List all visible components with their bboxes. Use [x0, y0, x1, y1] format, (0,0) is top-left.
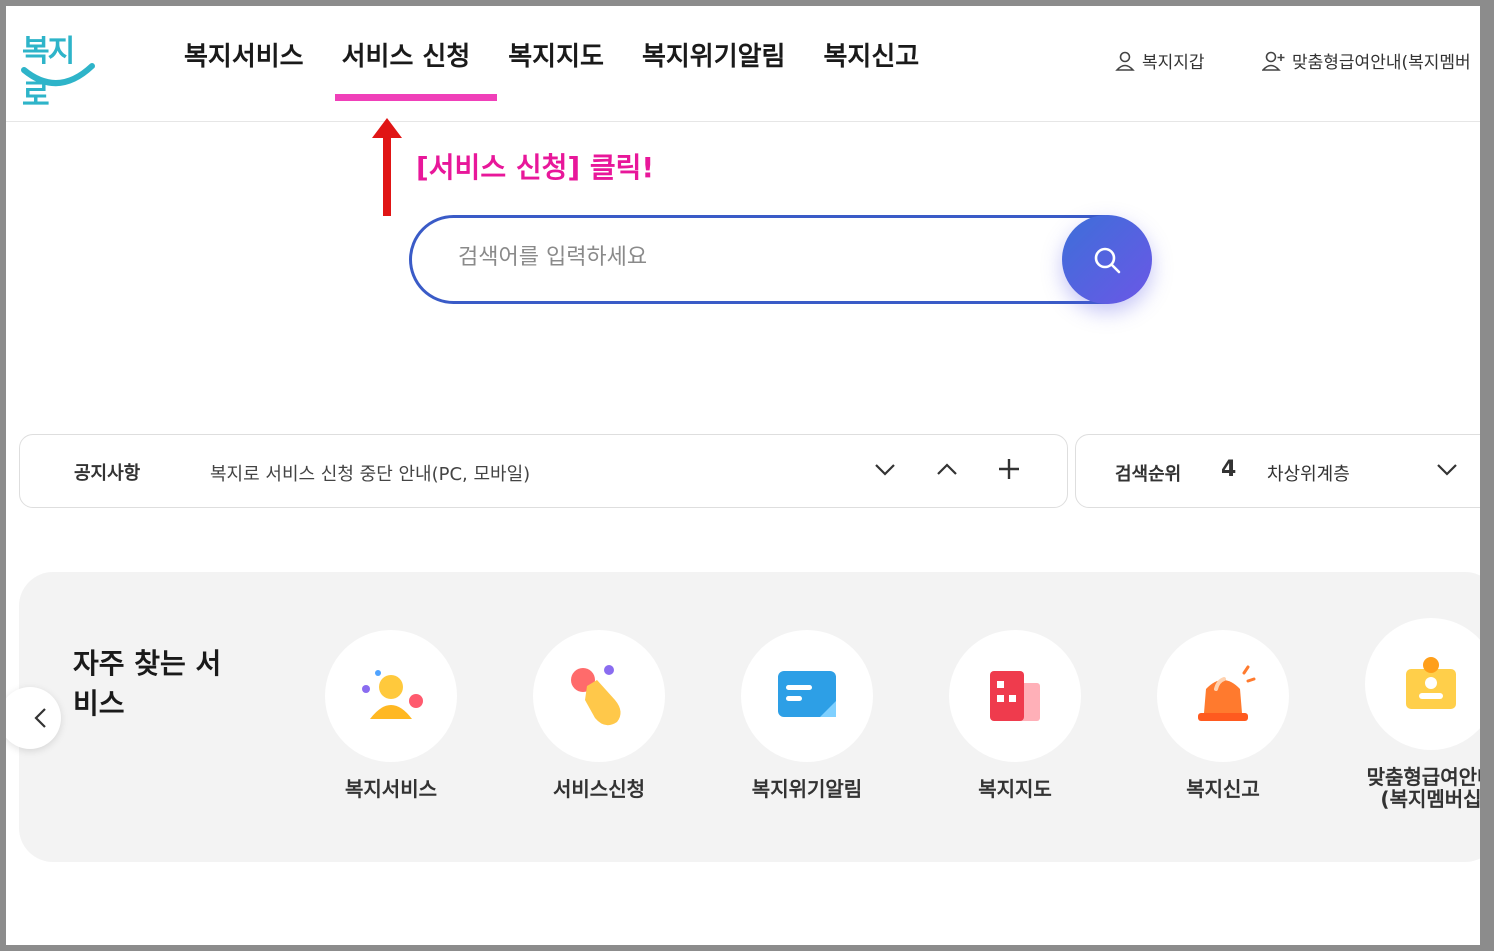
service-label: 복지지도: [978, 777, 1052, 801]
notice-bar: 공지사항 복지로 서비스 신청 중단 안내(PC, 모바일): [19, 434, 1068, 508]
user-plus-icon: [1262, 51, 1285, 71]
service-item-custom-benefit[interactable]: 맞춤형급여안내 (복지멤버십: [1351, 618, 1480, 810]
badge-icon: [1365, 618, 1480, 750]
chevron-down-icon[interactable]: [872, 456, 898, 482]
nav-welfare-map[interactable]: 복지지도: [508, 36, 604, 73]
chevron-up-icon[interactable]: [934, 456, 960, 482]
custom-benefit-label: 맞춤형급여안내(복지멤버: [1292, 53, 1471, 73]
wallet-label: 복지지갑: [1142, 53, 1205, 73]
message-icon: [741, 630, 873, 762]
nav-service-apply[interactable]: 서비스 신청: [342, 36, 471, 73]
search-button[interactable]: [1062, 215, 1152, 304]
chevron-left-icon: [34, 708, 46, 728]
nav-welfare-report[interactable]: 복지신고: [823, 36, 919, 73]
annotation-text: [서비스 신청] 클릭!: [416, 151, 655, 184]
hand-click-icon: [533, 630, 665, 762]
notice-label: 공지사항: [74, 463, 141, 484]
building-icon: [949, 630, 1081, 762]
main-nav: 복지서비스 서비스 신청 복지지도 복지위기알림 복지신고: [184, 36, 957, 73]
carousel-prev-button[interactable]: [6, 687, 61, 749]
service-item-crisis-alert[interactable]: 복지위기알림: [727, 630, 887, 800]
active-nav-underline: [335, 94, 497, 101]
search-icon: [1094, 247, 1121, 273]
search-box: [409, 215, 1152, 304]
nav-crisis-alert[interactable]: 복지위기알림: [642, 36, 786, 73]
service-label: 서비스신청: [553, 777, 645, 801]
search-input[interactable]: [456, 244, 1020, 271]
person-icon: [325, 630, 457, 762]
wallet-link[interactable]: 복지지갑: [1114, 48, 1205, 73]
frequent-services-panel: 자주 찾는 서비스 복지서비스 서비스신청 복지위기알림 복지지도 복지신고 맞…: [6, 572, 1480, 862]
siren-icon: [1157, 630, 1289, 762]
service-item-welfare-map[interactable]: 복지지도: [935, 630, 1095, 800]
chevron-down-icon[interactable]: [1434, 456, 1460, 482]
service-item-welfare[interactable]: 복지서비스: [311, 630, 471, 800]
custom-benefit-link[interactable]: 맞춤형급여안내(복지멤버: [1262, 48, 1471, 73]
rank-label: 검색순위: [1115, 464, 1182, 485]
site-header: 복지로 복지서비스 서비스 신청 복지지도 복지위기알림 복지신고 복지지갑 맞…: [6, 6, 1480, 122]
nav-welfare-service[interactable]: 복지서비스: [184, 36, 304, 73]
search-rank-bar: 검색순위 4 차상위계층: [1075, 434, 1480, 508]
rank-number: 4: [1221, 457, 1237, 482]
service-item-apply[interactable]: 서비스신청: [519, 630, 679, 800]
bokjiro-logo[interactable]: 복지로: [18, 20, 98, 113]
rank-term[interactable]: 차상위계층: [1267, 460, 1350, 486]
service-label: 복지신고: [1186, 777, 1260, 801]
service-label: 맞춤형급여안내 (복지멤버십: [1351, 766, 1480, 810]
user-icon: [1115, 51, 1135, 71]
service-label-line1: 맞춤형급여안내: [1366, 765, 1480, 789]
service-label: 복지서비스: [345, 777, 437, 801]
red-arrow-icon: [372, 118, 402, 216]
service-item-report[interactable]: 복지신고: [1143, 630, 1303, 800]
notice-text[interactable]: 복지로 서비스 신청 중단 안내(PC, 모바일): [210, 460, 530, 486]
service-label: 복지위기알림: [751, 777, 863, 801]
plus-icon[interactable]: [996, 456, 1022, 482]
logo-smile-icon: [21, 63, 95, 86]
service-label-line2: (복지멤버십: [1380, 787, 1480, 811]
frequent-services-title: 자주 찾는 서비스: [73, 647, 222, 720]
